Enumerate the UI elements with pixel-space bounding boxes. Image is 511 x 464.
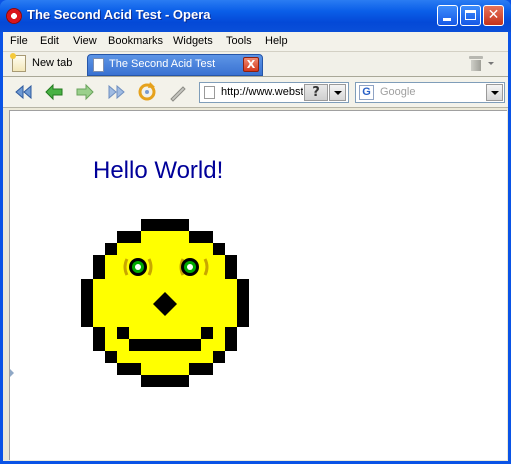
menu-widgets[interactable]: Widgets [173, 35, 213, 47]
menu-edit[interactable]: Edit [40, 35, 59, 47]
new-page-icon [10, 53, 26, 72]
forward-icon [76, 83, 94, 101]
page-icon [93, 58, 104, 72]
menu-bar: File Edit View Bookmarks Widgets Tools H… [3, 32, 508, 52]
fast-forward-button[interactable] [105, 81, 127, 103]
maximize-icon [465, 10, 476, 20]
reload-icon [138, 82, 156, 101]
page-heading: Hello World! [93, 157, 224, 184]
mouth-middle [129, 339, 201, 351]
mouth-right [201, 327, 213, 339]
page-icon [204, 86, 215, 99]
panel-toggle-icon[interactable] [10, 369, 14, 377]
tab-acid-test[interactable]: The Second Acid Test X [87, 54, 263, 76]
trash-dropdown-icon[interactable] [488, 62, 494, 65]
page-content: Hello World! [9, 110, 507, 460]
window-title: The Second Acid Test - Opera [27, 7, 211, 22]
rewind-icon [15, 84, 32, 100]
new-tab-button[interactable]: New tab [8, 53, 78, 75]
chevron-down-icon [334, 91, 342, 95]
minimize-icon [443, 18, 451, 21]
browser-window: The Second Acid Test - Opera ✕ File Edit… [0, 0, 511, 464]
mouth-left [117, 327, 129, 339]
google-icon[interactable]: G [359, 85, 374, 100]
edit-icon [170, 86, 186, 102]
menu-file[interactable]: File [10, 35, 28, 47]
search-dropdown-button[interactable] [486, 84, 503, 101]
new-tab-label: New tab [32, 57, 73, 69]
forward-button[interactable] [74, 81, 96, 103]
trash-icon[interactable] [469, 56, 483, 71]
acid2-smiley-face [81, 219, 249, 387]
tab-label: The Second Acid Test [109, 58, 216, 70]
address-input[interactable]: http://www.webstandards.org/files/acid2/… [221, 86, 303, 98]
tab-bar: New tab The Second Acid Test X [3, 52, 508, 77]
navigation-toolbar: http://www.webstandards.org/files/acid2/… [3, 77, 508, 108]
window-frame: File Edit View Bookmarks Widgets Tools H… [3, 32, 508, 461]
reload-button[interactable] [136, 81, 158, 103]
minimize-button[interactable] [437, 5, 458, 26]
page-info-button[interactable]: ? [304, 84, 328, 101]
tab-close-icon[interactable]: X [243, 57, 259, 72]
title-bar[interactable]: The Second Acid Test - Opera ✕ [0, 0, 511, 32]
opera-logo-icon[interactable] [6, 8, 22, 24]
fast-forward-icon [108, 84, 125, 100]
menu-help[interactable]: Help [265, 35, 288, 47]
rewind-button[interactable] [12, 81, 34, 103]
search-box[interactable]: G Google [355, 82, 505, 103]
search-input[interactable]: Google [380, 86, 415, 98]
menu-view[interactable]: View [73, 35, 97, 47]
menu-tools[interactable]: Tools [226, 35, 252, 47]
maximize-button[interactable] [460, 5, 481, 26]
right-eye-pupil [187, 264, 193, 270]
close-icon: ✕ [487, 7, 500, 23]
menu-bookmarks[interactable]: Bookmarks [108, 35, 163, 47]
back-icon [45, 83, 63, 101]
left-eye-pupil [135, 264, 141, 270]
chevron-down-icon [491, 91, 499, 95]
close-window-button[interactable]: ✕ [483, 5, 504, 26]
address-dropdown-button[interactable] [329, 84, 346, 101]
address-bar[interactable]: http://www.webstandards.org/files/acid2/… [199, 82, 349, 103]
back-button[interactable] [43, 81, 65, 103]
edit-button[interactable] [167, 81, 189, 103]
